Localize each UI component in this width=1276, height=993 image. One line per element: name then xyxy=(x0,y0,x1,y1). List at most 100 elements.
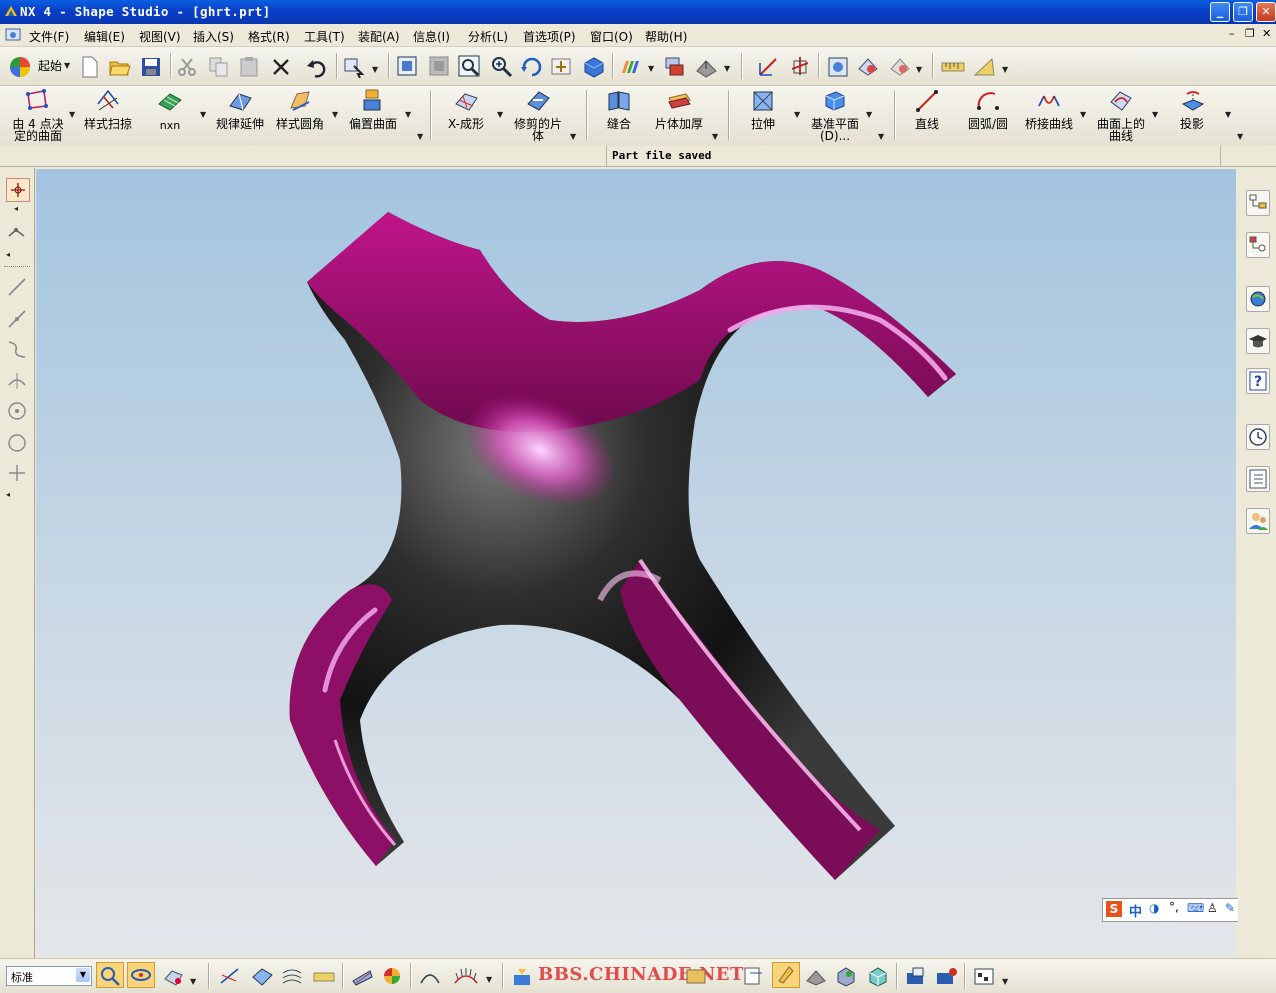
dropdown-arrow-icon[interactable]: ▼ xyxy=(1152,110,1158,119)
dropdown-arrow-icon[interactable]: ▼ xyxy=(200,110,206,119)
dropdown-arrow-icon[interactable]: ▼ xyxy=(1002,977,1008,986)
dropdown-arrow-icon[interactable]: ▼ xyxy=(794,110,800,119)
highlight-mode-button[interactable] xyxy=(772,962,800,988)
shape-model[interactable] xyxy=(36,169,1236,957)
comb-analysis-icon[interactable] xyxy=(452,965,480,987)
open-folder-icon[interactable] xyxy=(108,56,132,78)
restore-button[interactable]: ❐ xyxy=(1233,2,1253,22)
surface-grid-icon[interactable] xyxy=(250,965,274,987)
four-point-surface-button[interactable]: 由 4 点决 定的曲面 xyxy=(8,88,68,144)
menu-window[interactable]: 窗口(O) xyxy=(590,28,633,45)
toolbar-overflow-icon[interactable]: ▼ xyxy=(1237,132,1243,141)
shaded-view-icon[interactable] xyxy=(582,55,606,79)
dropdown-arrow-icon[interactable]: ▼ xyxy=(1080,110,1086,119)
ime-settings-icon[interactable]: ✎ xyxy=(1225,901,1235,915)
project-curve-button[interactable]: 投影 xyxy=(1166,88,1218,144)
toolbar-overflow-icon[interactable]: ▼ xyxy=(712,132,718,141)
menu-help[interactable]: 帮助(H) xyxy=(645,28,687,45)
select-filter-icon[interactable] xyxy=(342,56,366,78)
sketch-tool-icon[interactable] xyxy=(218,965,242,987)
graphics-viewport[interactable] xyxy=(36,169,1236,957)
minimize-button[interactable]: _ xyxy=(1210,2,1230,22)
bridge-curve-button[interactable]: 桥接曲线 xyxy=(1020,88,1078,144)
measure-dropdown-icon[interactable]: ▼ xyxy=(1002,65,1008,74)
wcs-icon[interactable] xyxy=(694,55,720,79)
menu-tools[interactable]: 工具(T) xyxy=(304,28,345,45)
reuse-library-icon[interactable] xyxy=(1246,466,1270,492)
menu-preferences[interactable]: 首选项(P) xyxy=(523,28,576,45)
zoom-window-icon[interactable] xyxy=(428,55,450,77)
studio-render-icon[interactable] xyxy=(934,965,960,987)
arc-circle-button[interactable]: 圆弧/圆 xyxy=(962,88,1014,144)
doc-close-button[interactable]: ✕ xyxy=(1262,27,1271,40)
dropdown-arrow-icon[interactable]: ▼ xyxy=(497,110,503,119)
line-button[interactable]: 直线 xyxy=(902,88,952,144)
doc-menu-icon[interactable] xyxy=(5,27,23,43)
color-dropdown-icon[interactable]: ▼ xyxy=(648,64,654,73)
menu-view[interactable]: 视图(V) xyxy=(139,28,181,45)
snap-point-icon[interactable] xyxy=(6,222,28,244)
offset-surface-button[interactable]: 偏置曲面 xyxy=(344,88,402,144)
ime-user-icon[interactable]: ♙ xyxy=(1207,901,1218,915)
menu-format[interactable]: 格式(R) xyxy=(248,28,290,45)
feature-tool-icon[interactable] xyxy=(162,965,186,987)
zoom-in-out-icon[interactable] xyxy=(490,55,514,79)
start-dropdown-icon[interactable]: ▼ xyxy=(64,61,70,70)
doc-minimize-button[interactable]: – xyxy=(1229,27,1235,40)
palette-expand-icon[interactable]: ◂ xyxy=(6,250,10,259)
sogou-icon[interactable]: S xyxy=(1106,901,1122,917)
analysis-dropdown-icon[interactable]: ▼ xyxy=(916,65,922,74)
tangent-tool-icon[interactable] xyxy=(6,370,28,392)
image-capture-icon[interactable] xyxy=(972,965,998,987)
datum-plane-button[interactable]: 基准平面 (D)... xyxy=(804,88,866,144)
x-form-button[interactable]: X-成形 xyxy=(438,88,494,144)
undo-icon[interactable] xyxy=(305,56,329,78)
ime-keyboard-icon[interactable]: ⌨ xyxy=(1187,901,1204,915)
ime-lang-label[interactable]: 中 xyxy=(1129,901,1142,920)
doc-restore-button[interactable]: ❐ xyxy=(1245,27,1255,40)
part-navigator-icon[interactable] xyxy=(1246,232,1270,258)
analysis-b-icon[interactable] xyxy=(856,55,880,79)
view-cube-icon[interactable] xyxy=(866,965,890,987)
curve-on-surface-button[interactable]: 曲面上的 曲线 xyxy=(1092,88,1150,144)
start-button-label[interactable]: 起始 xyxy=(38,57,62,74)
pan-icon[interactable] xyxy=(550,55,574,79)
analysis-a-icon[interactable] xyxy=(826,55,850,79)
start-icon[interactable] xyxy=(8,55,32,79)
role-select[interactable]: 标准 ▼ xyxy=(6,966,92,986)
web-browser-icon[interactable] xyxy=(1246,286,1270,312)
dropdown-arrow-icon[interactable]: ▼ xyxy=(486,975,492,984)
toolbar-overflow-icon[interactable]: ▼ xyxy=(417,132,423,141)
spline-tool-icon[interactable] xyxy=(6,338,28,360)
wcs-dropdown-icon[interactable]: ▼ xyxy=(724,64,730,73)
curve-set-icon[interactable] xyxy=(280,965,304,987)
fit-view-icon[interactable] xyxy=(396,55,418,77)
edit-surface-icon[interactable] xyxy=(350,965,374,987)
line-tool-icon[interactable] xyxy=(6,276,28,298)
rotate-icon[interactable] xyxy=(520,55,544,79)
menu-analysis[interactable]: 分析(L) xyxy=(468,28,508,45)
toolbar-overflow-icon[interactable]: ▼ xyxy=(570,132,576,141)
select-dropdown-icon[interactable]: ▼ xyxy=(372,65,378,74)
line-point-tool-icon[interactable] xyxy=(6,308,28,330)
toolbar-overflow-icon[interactable]: ▼ xyxy=(878,132,884,141)
measure-distance-icon[interactable] xyxy=(940,55,966,79)
orbit-mode-button[interactable] xyxy=(127,962,155,988)
csys-icon[interactable] xyxy=(788,55,812,79)
analysis-c-icon[interactable] xyxy=(888,55,912,79)
dropdown-arrow-icon[interactable]: ▼ xyxy=(332,110,338,119)
circle-tool-icon[interactable] xyxy=(6,432,28,454)
extrude-button[interactable]: 拉伸 xyxy=(738,88,788,144)
ime-punct-icon[interactable]: °, xyxy=(1169,900,1179,914)
select-mode-button[interactable] xyxy=(96,962,124,988)
zoom-icon[interactable] xyxy=(458,55,482,79)
sew-button[interactable]: 缝合 xyxy=(594,88,644,144)
help-icon[interactable]: ? xyxy=(1246,368,1270,394)
delete-icon[interactable] xyxy=(270,56,292,78)
nxn-surface-button[interactable]: nxn xyxy=(142,88,198,144)
color-spectrum-icon[interactable] xyxy=(619,55,645,79)
point-constructor-icon[interactable] xyxy=(756,55,780,79)
dropdown-arrow-icon[interactable]: ▼ xyxy=(1225,110,1231,119)
measure-angle-icon[interactable] xyxy=(972,55,998,79)
palette-expand-icon[interactable]: ◂ xyxy=(14,204,18,213)
